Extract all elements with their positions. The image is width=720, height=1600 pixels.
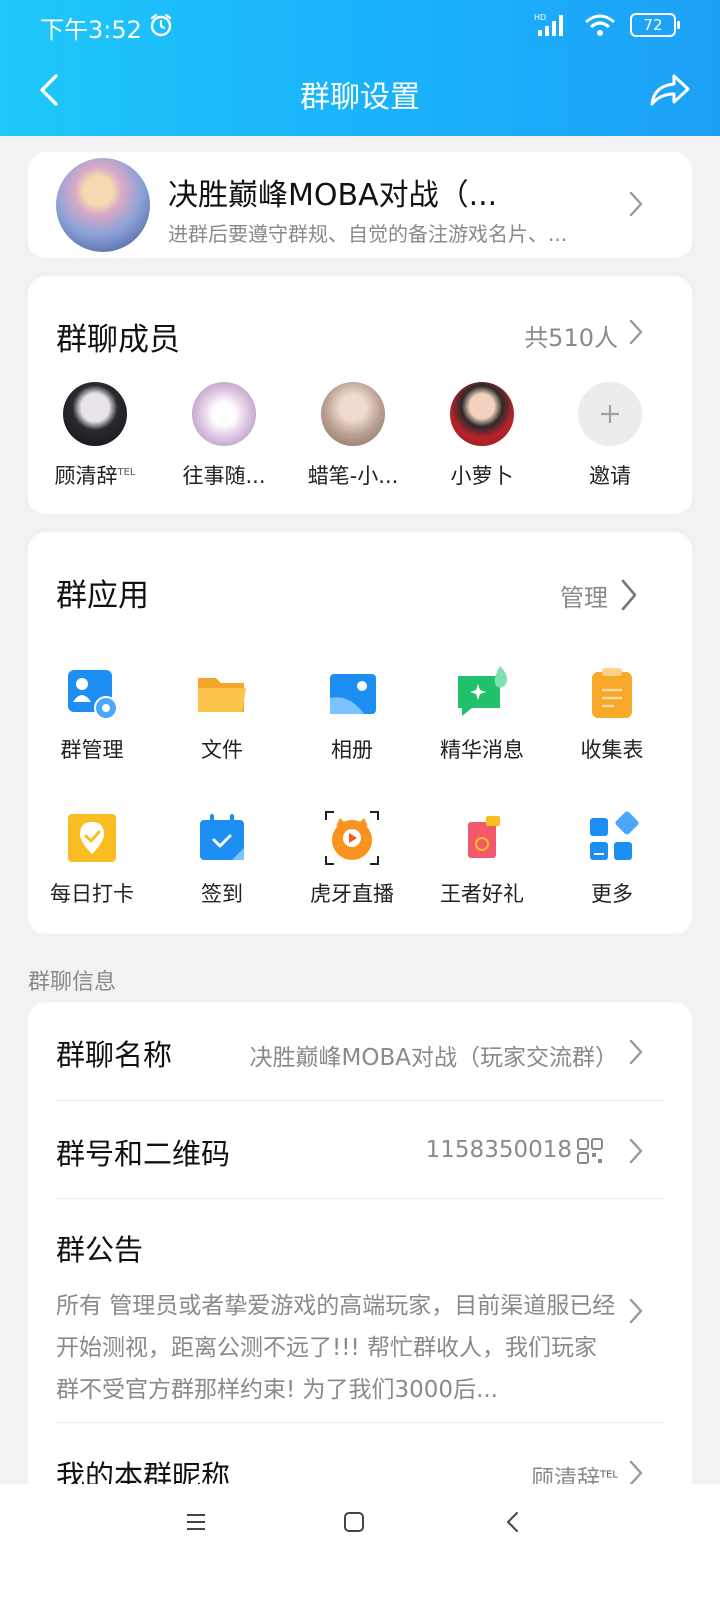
tel-badge: TEL xyxy=(117,467,136,478)
invite-label: 邀请 xyxy=(589,464,631,488)
chevron-right-icon xyxy=(629,191,643,217)
row-group-number[interactable]: 群号和二维码 1158350018 xyxy=(28,1101,692,1199)
app-sign-in[interactable]: 签到 xyxy=(162,808,282,908)
member-avatar xyxy=(63,382,127,446)
status-time: 下午3:52 xyxy=(40,16,142,44)
status-icons: HD 72 xyxy=(534,12,680,38)
member-name: 往事随... xyxy=(182,464,266,488)
notice-label: 群公告 xyxy=(56,1233,144,1267)
invite-button[interactable]: 邀请 xyxy=(555,382,665,490)
home-icon[interactable] xyxy=(342,1510,366,1534)
app-label: 更多 xyxy=(591,882,633,906)
app-essence[interactable]: 精华消息 xyxy=(422,664,542,764)
chevron-right-icon[interactable] xyxy=(620,578,638,612)
gift-icon xyxy=(452,808,512,868)
member-name: 顾清辞 xyxy=(54,464,118,488)
group-manage-icon xyxy=(62,664,122,724)
app-label: 文件 xyxy=(201,738,243,762)
huya-icon xyxy=(322,808,382,868)
section-caption: 群聊信息 xyxy=(28,970,117,995)
app-label: 收集表 xyxy=(580,738,644,762)
app-group-manage[interactable]: 群管理 xyxy=(32,664,152,764)
chevron-right-icon xyxy=(629,1039,643,1065)
row-group-notice[interactable]: 群公告 所有 管理员或者挚爱游戏的高端玩家，目前渠道服已经开始测视，距离公测不远… xyxy=(28,1199,692,1423)
chevron-right-icon xyxy=(629,1138,643,1164)
app-collection-form[interactable]: 收集表 xyxy=(552,664,672,764)
member-avatar xyxy=(450,382,514,446)
qr-code-icon xyxy=(577,1138,603,1164)
wifi-icon xyxy=(585,14,615,36)
member-avatar xyxy=(192,382,256,446)
app-label: 虎牙直播 xyxy=(310,882,394,906)
chevron-right-icon xyxy=(629,1298,643,1324)
group-profile-card[interactable]: 决胜巅峰MOBA对战（... 进群后要遵守群规、自觉的备注游戏名片、... xyxy=(28,152,692,258)
member-item[interactable]: 顾清辞TEL xyxy=(40,382,150,490)
manage-link[interactable]: 管理 xyxy=(560,578,608,613)
svg-text:HD: HD xyxy=(534,13,546,22)
alarm-icon xyxy=(150,13,172,37)
app-album[interactable]: 相册 xyxy=(292,664,412,764)
plus-icon xyxy=(578,382,642,446)
folder-icon xyxy=(192,664,252,724)
app-label: 相册 xyxy=(331,738,373,762)
app-files[interactable]: 文件 xyxy=(162,664,282,764)
app-huya-live[interactable]: 虎牙直播 xyxy=(292,808,412,908)
member-count[interactable]: 共510人 xyxy=(524,318,618,353)
member-name: 蜡笔-小... xyxy=(307,464,399,488)
nav-back-icon[interactable] xyxy=(502,1510,526,1534)
tel-badge: TEL xyxy=(600,1469,618,1481)
clipboard-icon xyxy=(582,664,642,724)
system-nav-bar xyxy=(0,1484,720,1600)
share-icon[interactable] xyxy=(648,70,692,110)
group-number-label: 群号和二维码 xyxy=(56,1137,231,1171)
signal-icon: HD xyxy=(534,13,563,36)
top-bar: 下午3:52 HD 72 群聊设置 xyxy=(0,0,720,136)
group-apps-card: 群应用 管理 群管理 文件 相册 精华消息 收集表 每日打卡 签到 虎牙直播 王… xyxy=(28,532,692,934)
calendar-icon xyxy=(192,808,252,868)
group-info-card: 群聊名称 决胜巅峰MOBA对战（玩家交流群） 群号和二维码 1158350018… xyxy=(28,1002,692,1502)
essence-icon xyxy=(452,664,512,724)
apps-title: 群应用 xyxy=(56,578,149,614)
member-item[interactable]: 往事随... xyxy=(169,382,279,490)
page-title: 群聊设置 xyxy=(300,80,420,115)
members-card: 群聊成员 共510人 顾清辞TEL 往事随... 蜡笔-小... 小萝卜 邀请 xyxy=(28,276,692,514)
member-item[interactable]: 小萝卜 xyxy=(427,382,537,490)
app-more[interactable]: 更多 xyxy=(552,808,672,908)
chevron-right-icon[interactable] xyxy=(628,318,644,346)
app-label: 王者好礼 xyxy=(440,882,524,906)
members-title: 群聊成员 xyxy=(56,322,180,358)
group-number-value: 1158350018 xyxy=(425,1137,572,1163)
album-icon xyxy=(322,664,382,724)
group-avatar xyxy=(56,158,150,252)
row-group-name[interactable]: 群聊名称 决胜巅峰MOBA对战（玩家交流群） xyxy=(28,1002,692,1100)
app-daily-checkin[interactable]: 每日打卡 xyxy=(32,808,152,908)
chevron-right-icon xyxy=(629,1460,643,1486)
more-apps-icon xyxy=(582,808,642,868)
group-name: 决胜巅峰MOBA对战（... xyxy=(168,178,498,213)
app-label: 每日打卡 xyxy=(50,882,134,906)
menu-icon[interactable] xyxy=(184,1510,208,1534)
app-label: 群管理 xyxy=(60,738,124,762)
member-name: 小萝卜 xyxy=(450,464,514,488)
app-label: 签到 xyxy=(201,882,243,906)
group-name-value: 决胜巅峰MOBA对战（玩家交流群） xyxy=(249,1045,618,1071)
member-item[interactable]: 蜡笔-小... xyxy=(298,382,408,490)
group-description: 进群后要遵守群规、自觉的备注游戏名片、... xyxy=(168,222,568,246)
checkin-icon xyxy=(62,808,122,868)
battery-indicator: 72 xyxy=(630,13,680,37)
group-name-label: 群聊名称 xyxy=(56,1038,173,1072)
member-avatar xyxy=(321,382,385,446)
app-honor-gift[interactable]: 王者好礼 xyxy=(422,808,542,908)
app-label: 精华消息 xyxy=(440,738,524,762)
notice-text: 所有 管理员或者挚爱游戏的高端玩家，目前渠道服已经开始测视，距离公测不远了!!!… xyxy=(56,1293,616,1403)
battery-level: 72 xyxy=(643,16,663,34)
